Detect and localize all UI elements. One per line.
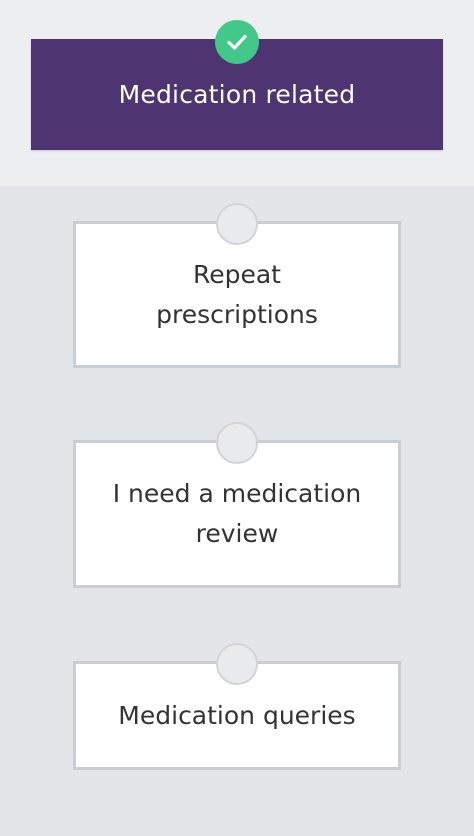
radio-icon <box>216 203 258 245</box>
radio-icon <box>216 422 258 464</box>
option-label: Repeat prescriptions <box>156 259 318 329</box>
option-label: Medication related <box>118 80 356 109</box>
screen: Medication related Repeat prescriptions … <box>0 0 474 836</box>
check-icon <box>215 20 259 64</box>
option-label: I need a medication review <box>112 479 362 548</box>
option-label: Medication queries <box>118 700 356 730</box>
radio-icon <box>216 643 258 685</box>
